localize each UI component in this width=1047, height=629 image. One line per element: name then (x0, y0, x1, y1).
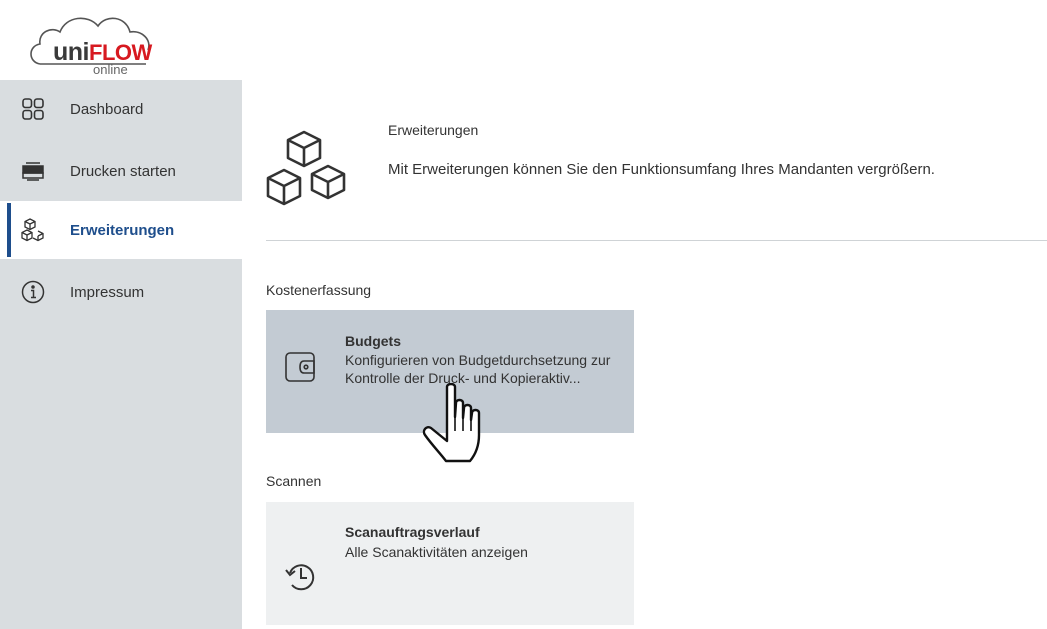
logo-uni: uni (53, 38, 90, 66)
sidebar: Dashboard Drucken starten Erweiterungen (0, 80, 242, 629)
page-title: Erweiterungen (388, 122, 479, 138)
section-title-scannen: Scannen (266, 473, 322, 489)
page-description: Mit Erweiterungen können Sie den Funktio… (388, 161, 935, 178)
card-title: Scanauftragsverlauf (345, 524, 480, 540)
info-icon (21, 280, 45, 304)
card-description: Alle Scanaktivitäten anzeigen (345, 544, 528, 560)
sidebar-item-impressum[interactable]: Impressum (0, 263, 242, 321)
dashboard-grid-icon (21, 97, 45, 121)
card-title: Budgets (345, 333, 401, 349)
scanauftragsverlauf-card[interactable]: Scanauftragsverlauf Alle Scanaktivitäten… (266, 502, 634, 625)
sidebar-item-label: Dashboard (70, 100, 144, 118)
cubes-icon (266, 130, 346, 206)
sidebar-item-label: Drucken starten (70, 162, 176, 180)
sidebar-item-drucken-starten[interactable]: Drucken starten (0, 142, 242, 200)
sidebar-item-label: Erweiterungen (70, 221, 175, 239)
section-title-kostenerfassung: Kostenerfassung (266, 282, 372, 298)
logo-subtitle: online (93, 62, 128, 77)
wallet-icon (285, 352, 315, 382)
card-description: Konfigurieren von Budgetdurchsetzung zur… (345, 352, 611, 386)
header: uniFLOW online (0, 0, 1047, 80)
uniflow-logo[interactable]: uniFLOW online (26, 4, 166, 78)
sidebar-item-erweiterungen[interactable]: Erweiterungen (0, 201, 242, 259)
divider (266, 240, 1047, 241)
sidebar-item-label: Impressum (70, 283, 145, 301)
cubes-icon (21, 218, 45, 242)
main-content: Erweiterungen Mit Erweiterungen können S… (242, 80, 1047, 629)
history-icon (285, 564, 315, 591)
budgets-card[interactable]: Budgets Konfigurieren von Budgetdurchset… (266, 310, 634, 433)
sidebar-item-dashboard[interactable]: Dashboard (0, 80, 242, 138)
printer-icon (21, 159, 45, 183)
